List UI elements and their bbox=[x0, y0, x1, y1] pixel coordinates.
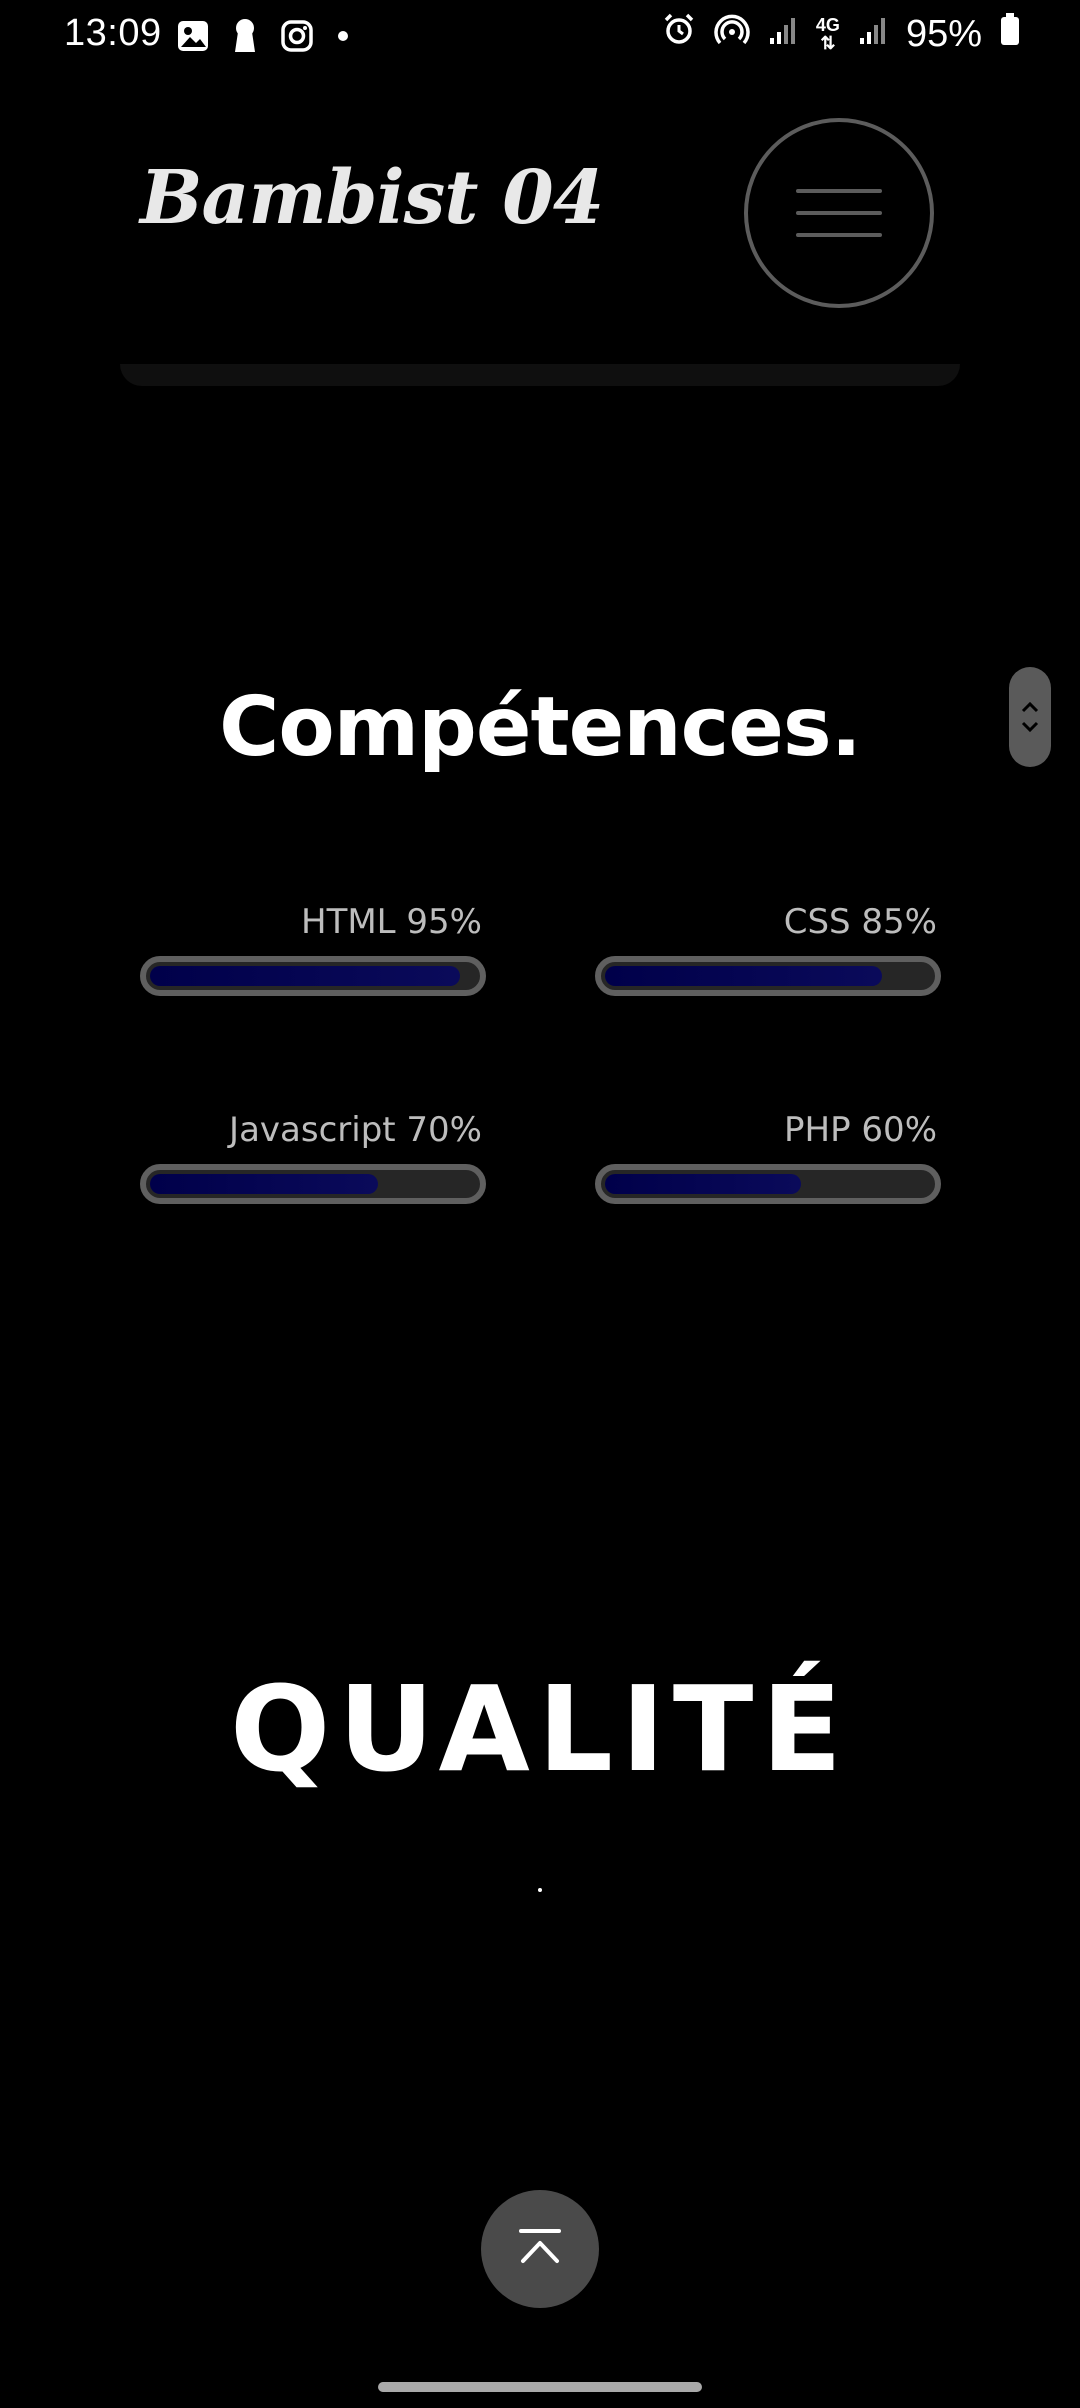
signal-icon bbox=[768, 13, 798, 56]
skill-html: HTML 95% bbox=[140, 902, 486, 996]
signal-icon-2 bbox=[858, 13, 888, 56]
status-left-icons bbox=[176, 18, 350, 59]
skill-progress-bar bbox=[595, 956, 941, 996]
status-right: 4G ⇅ 95% bbox=[662, 12, 1020, 56]
skill-javascript: Javascript 70% bbox=[140, 1110, 486, 1204]
4g-icon: 4G ⇅ bbox=[815, 15, 840, 53]
skill-progress-fill bbox=[150, 966, 460, 986]
skills-title: Compétences. bbox=[219, 680, 862, 775]
skill-progress-bar bbox=[140, 956, 486, 996]
instagram-icon bbox=[280, 19, 314, 58]
page: 13:09 4G ⇅ 95% Bambist 04 Compétences. H… bbox=[0, 0, 1080, 2408]
header-divider bbox=[120, 364, 960, 386]
skill-progress-bar bbox=[595, 1164, 941, 1204]
skill-progress-fill bbox=[605, 966, 882, 986]
hotspot-icon bbox=[714, 12, 750, 56]
decorative-dot bbox=[538, 1888, 542, 1892]
battery-percent: 95% bbox=[905, 12, 982, 55]
arrow-up-to-top-icon bbox=[517, 2227, 563, 2272]
battery-icon bbox=[1000, 12, 1020, 56]
skill-label: CSS 85% bbox=[783, 902, 937, 942]
alarm-icon bbox=[662, 12, 696, 56]
status-bar: 13:09 4G ⇅ 95% bbox=[0, 0, 1080, 70]
dot-icon bbox=[336, 29, 350, 48]
hamburger-icon bbox=[796, 189, 882, 237]
skill-progress-bar bbox=[140, 1164, 486, 1204]
site-logo[interactable]: Bambist 04 bbox=[140, 155, 604, 241]
menu-button[interactable] bbox=[744, 118, 934, 308]
back-to-top-button[interactable] bbox=[481, 2190, 599, 2308]
skill-label: PHP 60% bbox=[784, 1110, 937, 1150]
skill-php: PHP 60% bbox=[595, 1110, 941, 1204]
status-time: 13:09 bbox=[64, 12, 162, 54]
skill-label: HTML 95% bbox=[301, 902, 482, 942]
gallery-icon bbox=[176, 19, 210, 58]
skill-progress-fill bbox=[605, 1174, 801, 1194]
skill-progress-fill bbox=[150, 1174, 378, 1194]
network-type: 4G bbox=[815, 15, 840, 35]
keyhole-icon bbox=[232, 18, 258, 59]
skill-css: CSS 85% bbox=[595, 902, 941, 996]
skill-label: Javascript 70% bbox=[229, 1110, 482, 1150]
quality-title: QUALITÉ bbox=[229, 1660, 850, 1798]
home-indicator[interactable] bbox=[378, 2382, 702, 2392]
